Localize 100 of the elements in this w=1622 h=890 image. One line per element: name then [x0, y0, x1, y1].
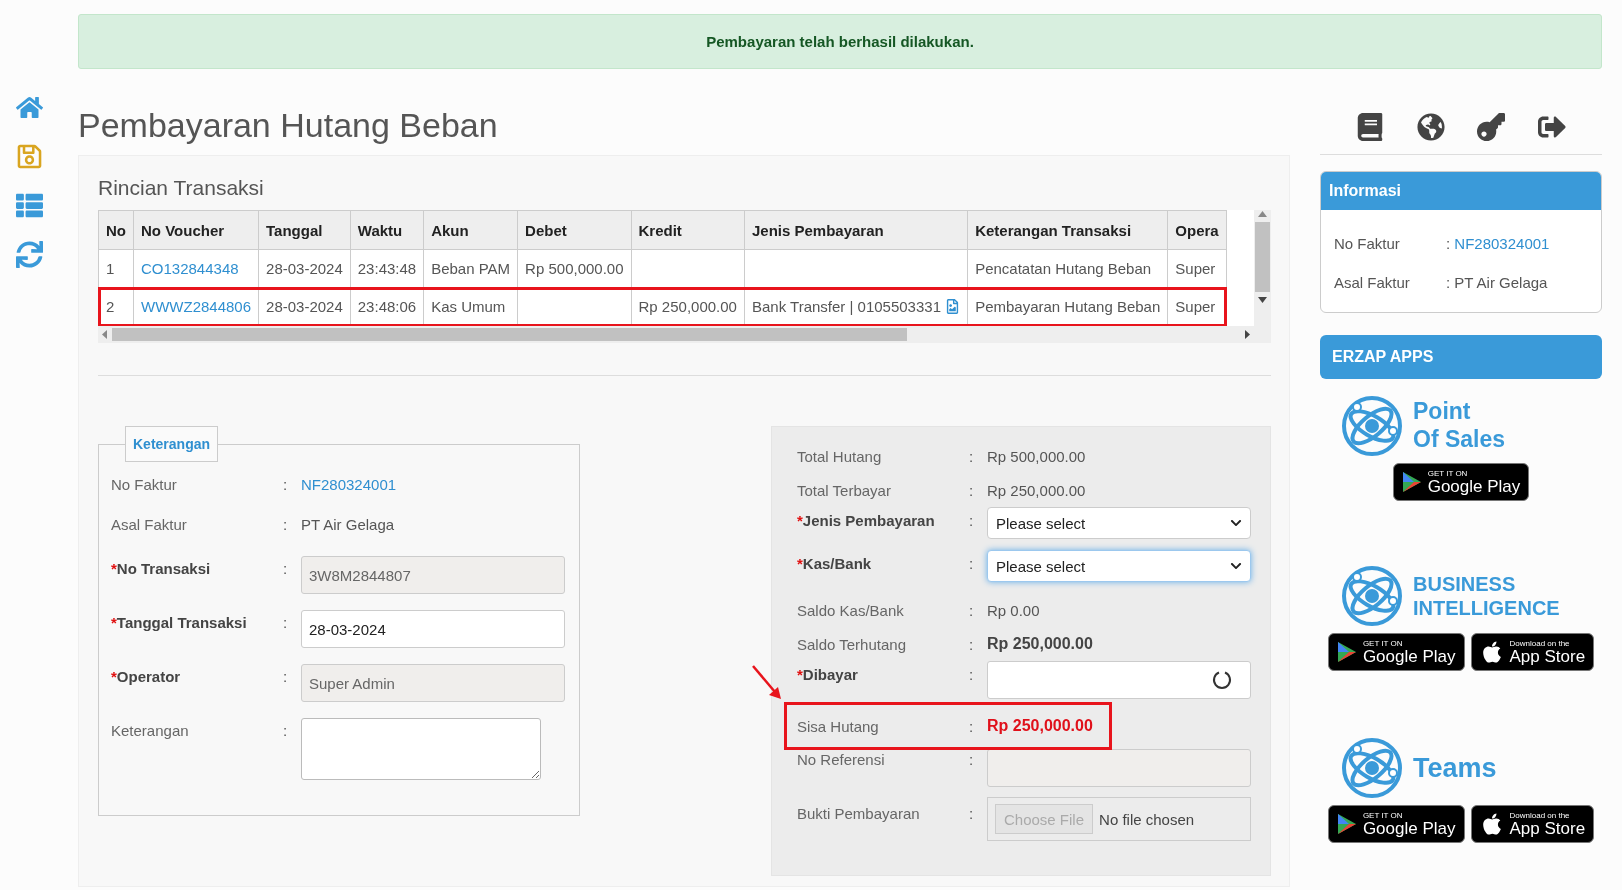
- badge-caption: GET IT ON: [1362, 811, 1403, 820]
- store-badge[interactable]: Download on the App Store: [1470, 805, 1595, 843]
- amount-field[interactable]: [987, 661, 1251, 699]
- field-label: *No Transaksi: [111, 559, 212, 577]
- field-label: Asal Faktur: [111, 516, 188, 533]
- badge-title: Google Play: [1362, 819, 1456, 837]
- colon: :: [283, 516, 289, 533]
- field-label: Keterangan: [111, 721, 190, 739]
- text-area[interactable]: [301, 718, 541, 780]
- badge-caption: Download on the: [1509, 639, 1570, 648]
- colon: :: [283, 667, 289, 685]
- dropdown[interactable]: Please select: [987, 507, 1251, 539]
- store-badge[interactable]: GET IT ON Google Play: [1327, 633, 1465, 671]
- badge-title: App Store: [1509, 647, 1586, 665]
- app-name: BUSINESS: [1413, 572, 1517, 596]
- book-icon[interactable]: [1356, 112, 1385, 141]
- invoice-link[interactable]: NF280324001: [1454, 235, 1550, 252]
- field-label: Saldo Terhutang: [797, 635, 907, 653]
- field-label: *Dibayar: [797, 665, 859, 683]
- colon: :: [969, 447, 975, 465]
- list-icon[interactable]: [15, 192, 43, 219]
- scroll-down-icon[interactable]: [1258, 296, 1267, 304]
- colon: :: [969, 554, 975, 572]
- voucher-link[interactable]: CO132844348: [141, 260, 239, 277]
- card-title: Informasi: [1321, 172, 1601, 210]
- app-name: Of Sales: [1413, 426, 1506, 454]
- badge-title: Google Play: [1427, 477, 1521, 495]
- scroll-thumb[interactable]: [112, 328, 907, 341]
- field-label: Sisa Hutang: [797, 717, 880, 735]
- refresh-icon[interactable]: [15, 241, 43, 268]
- column-header[interactable]: Waktu: [350, 210, 424, 250]
- column-header[interactable]: Tanggal: [258, 210, 351, 250]
- colon: :: [283, 721, 289, 739]
- play-icon: [1336, 641, 1357, 663]
- scroll-thumb[interactable]: [1255, 222, 1270, 292]
- field-label: Total Hutang: [797, 447, 883, 465]
- text-field[interactable]: 28-03-2024: [301, 610, 565, 648]
- colon: :: [969, 750, 975, 768]
- colon: :: [969, 601, 975, 619]
- colon: :: [1446, 274, 1452, 291]
- column-header[interactable]: Debet: [517, 210, 632, 250]
- badge-title: Google Play: [1362, 647, 1456, 665]
- column-header[interactable]: Opera: [1167, 210, 1227, 250]
- colon: :: [969, 804, 975, 822]
- column-header[interactable]: Jenis Pembayaran: [744, 210, 968, 250]
- play-icon: [1336, 813, 1357, 835]
- save-icon[interactable]: [15, 143, 43, 170]
- voucher-link[interactable]: WWWZ2844806: [141, 298, 252, 315]
- badge-title: App Store: [1509, 819, 1586, 837]
- text-field[interactable]: 3W8M2844807: [301, 556, 565, 594]
- field-label: Saldo Kas/Bank: [797, 601, 905, 619]
- field-label: *Operator: [111, 667, 182, 685]
- section-title: Rincian Transaksi: [98, 176, 265, 200]
- atom-logo-icon: [1341, 737, 1403, 799]
- globe-icon[interactable]: [1416, 112, 1445, 141]
- field-label: No Faktur: [111, 476, 178, 493]
- column-header[interactable]: Keterangan Transaksi: [967, 210, 1168, 250]
- field-label: *Tanggal Transaksi: [111, 613, 248, 631]
- field-label: *Kas/Bank: [797, 554, 873, 572]
- column-header[interactable]: No Voucher: [133, 210, 259, 250]
- amount-value: Rp 250,000.00: [986, 635, 1094, 653]
- amount-value: Rp 250,000.00: [986, 481, 1087, 499]
- colon: :: [969, 665, 975, 683]
- vertical-scrollbar[interactable]: [1254, 210, 1271, 326]
- colon: :: [969, 481, 975, 499]
- text-field[interactable]: Super Admin: [301, 664, 565, 702]
- atom-logo-icon: [1341, 565, 1403, 627]
- store-badge[interactable]: Download on the App Store: [1470, 633, 1595, 671]
- amount-value: Rp 0.00: [986, 601, 1041, 619]
- scroll-up-icon[interactable]: [1258, 210, 1267, 218]
- caret-icon: [1230, 517, 1242, 529]
- amount-value: Rp 500,000.00: [986, 447, 1087, 465]
- key-icon[interactable]: [1477, 112, 1506, 141]
- horizontal-scrollbar[interactable]: [98, 326, 1254, 343]
- caret-icon: [1230, 560, 1242, 572]
- column-header[interactable]: Akun: [423, 210, 518, 250]
- colon: :: [283, 476, 289, 493]
- colon: :: [1446, 235, 1452, 252]
- field-label: No Referensi: [797, 750, 886, 768]
- column-header[interactable]: No: [98, 210, 134, 250]
- dropdown[interactable]: Please select: [987, 550, 1251, 582]
- store-badge[interactable]: GET IT ON Google Play: [1327, 805, 1465, 843]
- column-header[interactable]: Kredit: [631, 210, 745, 250]
- play-icon: [1401, 471, 1422, 493]
- app-name: Point: [1413, 398, 1472, 426]
- image-file-icon[interactable]: [945, 299, 961, 314]
- colon: :: [283, 559, 289, 577]
- colon: :: [969, 511, 975, 529]
- info-label: Asal Faktur: [1334, 274, 1411, 291]
- atom-logo-icon: [1341, 395, 1403, 457]
- store-badge[interactable]: GET IT ON Google Play: [1392, 463, 1530, 501]
- field-label: Total Terbayar: [797, 481, 892, 499]
- text-field[interactable]: [987, 749, 1251, 787]
- amount-value: Rp 250,000.00: [986, 717, 1094, 735]
- field-label: *Jenis Pembayaran: [797, 511, 936, 529]
- colon: :: [969, 635, 975, 653]
- field-label: Bukti Pembayaran: [797, 804, 921, 822]
- field-value: PT Air Gelaga: [300, 516, 396, 533]
- home-icon[interactable]: [15, 94, 43, 121]
- info-label: No Faktur: [1334, 235, 1401, 252]
